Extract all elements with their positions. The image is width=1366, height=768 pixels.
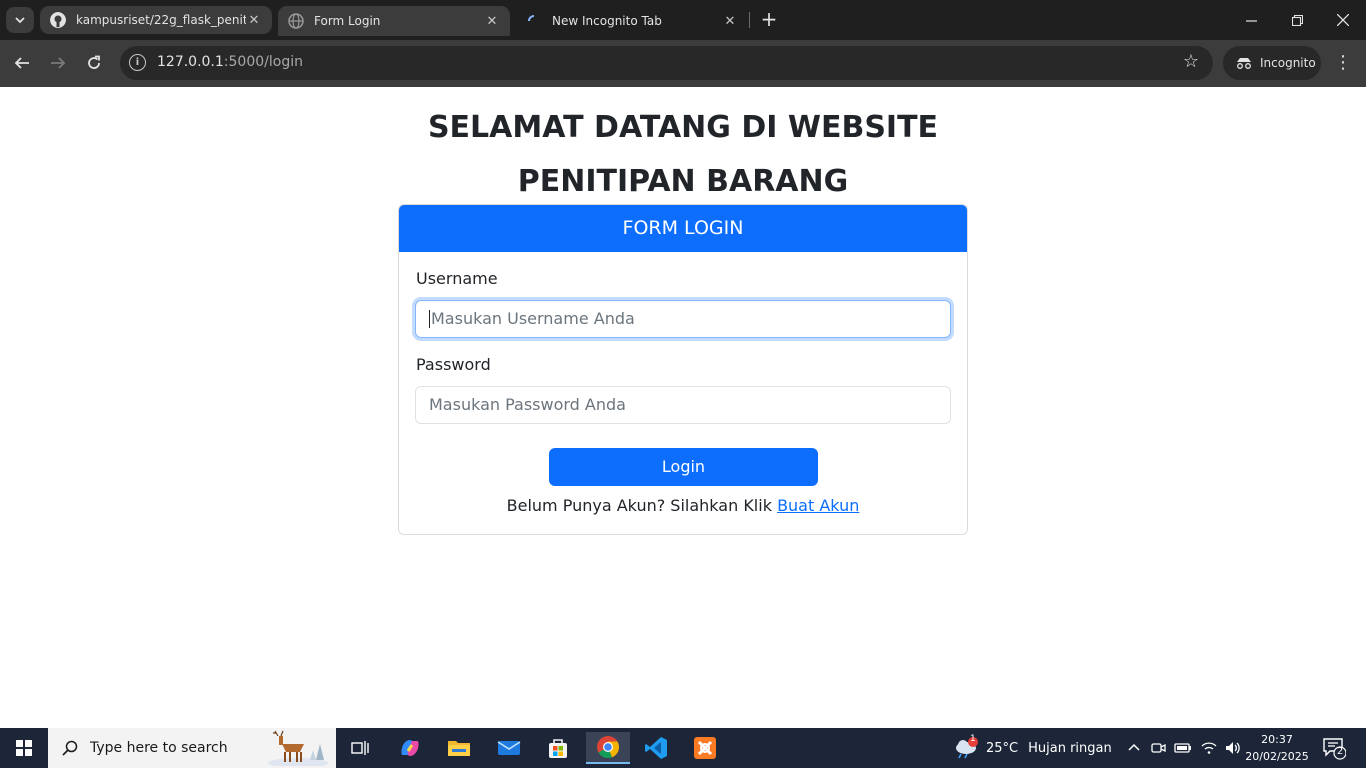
incognito-label: Incognito — [1260, 56, 1316, 70]
task-view-icon — [351, 741, 369, 755]
tab-github[interactable]: kampusriset/22g_flask_penitipa ✕ — [40, 6, 272, 34]
copilot-button[interactable] — [390, 732, 430, 764]
back-button[interactable] — [8, 49, 36, 77]
vscode-icon — [645, 737, 667, 759]
login-card-header: FORM LOGIN — [399, 205, 967, 252]
file-explorer-button[interactable] — [439, 732, 479, 764]
github-icon — [50, 12, 66, 28]
task-view-button[interactable] — [340, 732, 380, 764]
register-prompt-text: Belum Punya Akun? Silahkan Klik — [506, 496, 772, 515]
bookmark-star-icon[interactable]: ☆ — [1183, 51, 1199, 72]
xampp-button[interactable] — [685, 732, 725, 764]
new-tab-button[interactable]: + — [758, 9, 780, 31]
reload-icon — [88, 55, 100, 69]
page-title-line2: PENITIPAN BARANG — [517, 164, 849, 199]
browser-menu-icon[interactable]: ⋮ — [1333, 49, 1353, 77]
browser-tabstrip: kampusriset/22g_flask_penitipa ✕ Form Lo… — [0, 0, 1366, 40]
chevron-up-icon[interactable] — [1126, 740, 1142, 756]
incognito-indicator[interactable]: Incognito — [1223, 46, 1321, 80]
register-link[interactable]: Buat Akun — [777, 496, 859, 515]
loading-spinner-icon — [528, 15, 535, 22]
weather-badge: 1 — [970, 734, 976, 744]
login-button[interactable]: Login — [549, 448, 818, 486]
password-placeholder: Masukan Password Anda — [429, 395, 626, 414]
folder-icon — [448, 741, 470, 756]
xampp-icon — [694, 737, 716, 759]
text-caret — [429, 309, 430, 328]
weather-temp: 25°C — [986, 740, 1019, 756]
notification-center-button[interactable]: 2 — [1322, 736, 1347, 760]
vscode-button[interactable] — [636, 732, 676, 764]
tab-title: New Incognito Tab — [552, 14, 662, 28]
store-icon — [549, 739, 567, 758]
page-content: SELAMAT DATANG DI WEBSITE PENITIPAN BARA… — [0, 87, 1366, 728]
login-card: FORM LOGIN Username Masukan Username And… — [398, 204, 968, 535]
page-title: SELAMAT DATANG DI WEBSITE PENITIPAN BARA… — [0, 101, 1366, 209]
minimize-icon — [1245, 19, 1257, 22]
weather-desc: Hujan ringan — [1028, 740, 1112, 756]
taskbar-search[interactable]: Type here to search — [48, 728, 336, 768]
address-bar[interactable]: i 127.0.0.1:5000/login ☆ — [120, 46, 1213, 80]
search-icon — [62, 740, 78, 756]
mail-icon — [497, 741, 521, 755]
notification-count: 2 — [1336, 746, 1344, 757]
site-info-icon[interactable]: i — [129, 54, 146, 71]
chrome-icon — [597, 736, 620, 759]
taskbar-clock[interactable]: 20:37 20/02/2025 — [1244, 731, 1310, 765]
tab-form-login[interactable]: Form Login ✕ — [278, 6, 510, 36]
copilot-icon — [401, 740, 419, 756]
windows-taskbar: Type here to search 1 25°C Hujan ringan … — [0, 728, 1366, 768]
clock-time: 20:37 — [1261, 733, 1293, 746]
close-window-button[interactable] — [1320, 0, 1366, 40]
arrow-left-icon — [14, 57, 29, 69]
close-tab-icon[interactable]: ✕ — [246, 13, 262, 28]
globe-icon — [288, 13, 304, 29]
restore-button[interactable] — [1274, 0, 1320, 40]
close-tab-icon[interactable]: ✕ — [484, 14, 500, 29]
close-icon — [1337, 14, 1349, 26]
forward-button[interactable] — [44, 49, 72, 77]
tab-title: kampusriset/22g_flask_penitipa — [76, 13, 246, 27]
taskbar-search-placeholder: Type here to search — [90, 740, 228, 756]
clock-date: 20/02/2025 — [1245, 750, 1309, 763]
battery-icon[interactable] — [1174, 740, 1192, 756]
start-button[interactable] — [0, 728, 48, 768]
register-prompt: Belum Punya Akun? Silahkan Klik Buat Aku… — [399, 496, 967, 515]
wifi-icon[interactable] — [1200, 740, 1218, 756]
incognito-icon — [1237, 58, 1251, 69]
close-tab-icon[interactable]: ✕ — [722, 14, 738, 29]
tab-title: Form Login — [314, 14, 381, 28]
weather-widget[interactable]: 1 25°C Hujan ringan — [954, 728, 1112, 768]
volume-icon[interactable] — [1224, 740, 1242, 756]
store-button[interactable] — [538, 732, 578, 764]
url-text[interactable]: 127.0.0.1:5000/login — [157, 54, 303, 70]
windows-logo-icon — [16, 740, 32, 756]
reload-button[interactable] — [80, 49, 108, 77]
browser-toolbar: i 127.0.0.1:5000/login ☆ Incognito ⋮ — [0, 40, 1366, 87]
tab-new-incognito[interactable]: New Incognito Tab ✕ — [516, 6, 748, 36]
page-title-line1: SELAMAT DATANG DI WEBSITE — [427, 110, 939, 145]
url-host: 127.0.0.1 — [157, 54, 224, 70]
restore-icon — [1291, 14, 1303, 26]
username-input[interactable]: Masukan Username Anda — [415, 300, 951, 338]
tab-search-button[interactable] — [6, 7, 34, 33]
password-label: Password — [416, 355, 491, 374]
deer-illustration-icon — [268, 730, 328, 766]
username-placeholder: Masukan Username Anda — [431, 309, 635, 328]
arrow-right-icon — [51, 57, 66, 69]
password-input[interactable]: Masukan Password Anda — [415, 386, 951, 424]
username-label: Username — [416, 269, 498, 288]
chevron-down-icon — [15, 17, 25, 24]
minimize-button[interactable] — [1228, 0, 1274, 40]
system-tray — [1126, 728, 1242, 768]
meet-now-icon[interactable] — [1150, 740, 1166, 756]
mail-button[interactable] — [489, 732, 529, 764]
chrome-button[interactable] — [586, 732, 630, 764]
rain-cloud-icon — [956, 737, 978, 759]
tab-separator — [749, 12, 750, 28]
url-path: :5000/login — [223, 54, 303, 70]
